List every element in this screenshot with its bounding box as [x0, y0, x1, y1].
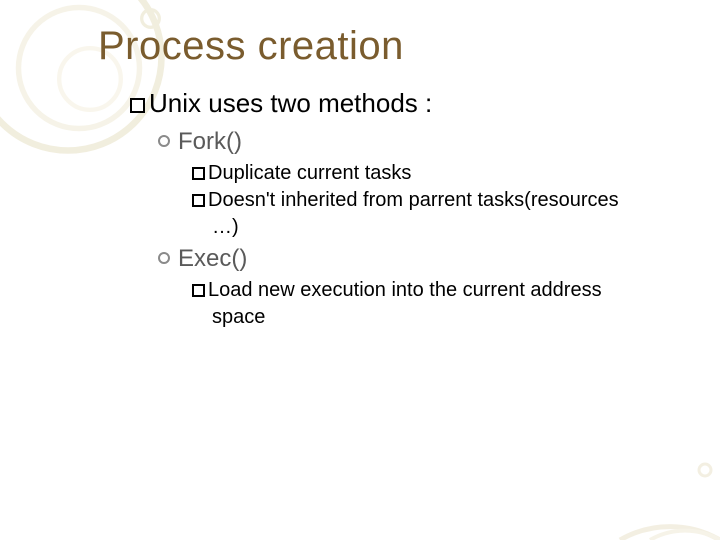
bullet-fork: Fork(): [158, 127, 670, 157]
bullet-unix-methods: Unix uses two methods :: [130, 87, 670, 121]
bullet-exec-point-1-cont: space: [212, 305, 670, 330]
bullet-unix-methods-text: Unix uses two methods :: [149, 88, 432, 118]
decorative-corner: [590, 450, 720, 540]
bullet-exec-label: Exec(): [178, 245, 247, 272]
square-bullet-icon: [192, 167, 205, 180]
bullet-exec-point-1: Load new execution into the current addr…: [192, 278, 670, 303]
square-bullet-icon: [192, 284, 205, 297]
bullet-fork-point-2-cont: …): [212, 215, 670, 240]
bullet-fork-point-1: Duplicate current tasks: [192, 161, 670, 186]
bullet-exec-point-1-text: Load new execution into the current addr…: [208, 279, 602, 301]
slide-body: Process creation Unix uses two methods :…: [0, 0, 720, 330]
bullet-fork-point-2-text: Doesn't inherited from parrent tasks(res…: [208, 189, 619, 211]
bullet-exec: Exec(): [158, 244, 670, 274]
bullet-fork-label: Fork(): [178, 128, 242, 155]
square-bullet-icon: [130, 98, 145, 113]
ring-bullet-icon: [158, 252, 170, 264]
ring-bullet-icon: [158, 135, 170, 147]
bullet-fork-point-2: Doesn't inherited from parrent tasks(res…: [192, 188, 670, 213]
square-bullet-icon: [192, 194, 205, 207]
slide-title: Process creation: [98, 24, 670, 69]
bullet-fork-point-1-text: Duplicate current tasks: [208, 162, 411, 184]
